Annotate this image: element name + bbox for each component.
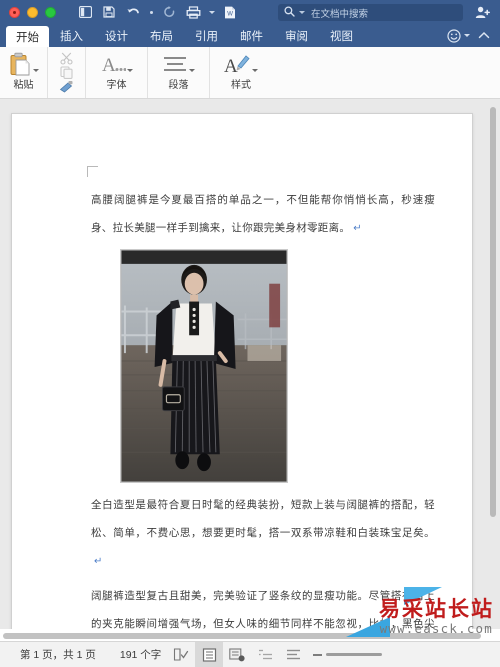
styles-dropdown-icon[interactable] (252, 69, 258, 72)
styles-label: 样式 (231, 80, 251, 91)
cut-scissors-icon[interactable] (60, 52, 73, 65)
paragraph-3-text: 阔腿裤造型复古且甜美，完美验证了竖条纹的显瘦功能。尽管搭在肩上的夹克能瞬间增强气… (91, 590, 435, 629)
document-page[interactable]: 高腰阔腿裤是今夏最百搭的单品之一，不但能帮你悄悄长高，秒速瘦身、拉长美腿一样手到… (11, 113, 473, 629)
pilcrow-mark: ↵ (353, 223, 362, 234)
tab-review[interactable]: 审阅 (274, 24, 319, 47)
page-count-label[interactable]: 第 1 页，共 1 页 (20, 647, 96, 662)
horizontal-scrollbar[interactable] (0, 631, 488, 641)
ribbon-toolbar: 粘贴 A 字体 段落 A 样式 (0, 47, 500, 99)
ribbon-tab-bar: 开始 插入 设计 布局 引用 邮件 审阅 视图 (0, 24, 500, 47)
font-dropdown-icon[interactable] (126, 69, 133, 72)
search-icon (284, 4, 295, 22)
tab-design[interactable]: 设计 (94, 24, 139, 47)
vertical-scrollbar[interactable] (488, 103, 498, 623)
paste-button[interactable]: 粘贴 (0, 47, 48, 98)
svg-text:A: A (102, 55, 116, 76)
paragraph-1[interactable]: 高腰阔腿裤是今夏最百搭的单品之一，不但能帮你悄悄长高，秒速瘦身、拉长美腿一样手到… (91, 186, 435, 243)
paragraph-icon (162, 50, 195, 79)
print-layout-view-icon[interactable] (195, 641, 224, 667)
tab-home[interactable]: 开始 (6, 26, 49, 47)
paragraph-1-text: 高腰阔腿裤是今夏最百搭的单品之一，不但能帮你悄悄长高，秒速瘦身、拉长美腿一样手到… (91, 194, 435, 234)
tab-layout[interactable]: 布局 (139, 24, 184, 47)
paragraph-dropdown-icon[interactable] (189, 69, 195, 72)
tab-references[interactable]: 引用 (184, 24, 229, 47)
redo-icon[interactable] (158, 2, 180, 22)
font-group-button[interactable]: A 字体 (86, 47, 148, 98)
copy-icon[interactable] (60, 66, 73, 79)
word-count-label[interactable]: 191 个字 (120, 647, 161, 662)
maximize-window-button[interactable] (45, 6, 56, 18)
tab-insert[interactable]: 插入 (49, 24, 94, 47)
paste-icon (8, 50, 39, 79)
clipboard-tools-group (48, 47, 86, 98)
paste-label: 粘贴 (13, 80, 34, 91)
title-bar: W 在文档中搜索 (0, 0, 500, 24)
text-margin-marker (87, 166, 98, 177)
zoom-slider-track[interactable] (326, 653, 383, 656)
quick-access-toolbar: W (74, 2, 241, 22)
word-application-window: W 在文档中搜索 开始 插入 设计 布局 引用 邮件 审阅 视图 粘贴 A 字体… (0, 0, 500, 667)
outline-view-icon[interactable] (251, 642, 279, 667)
clipboard-tool-stack (59, 50, 74, 93)
spell-check-icon[interactable] (167, 642, 195, 667)
svg-text:W: W (227, 11, 233, 17)
paragraph-2-text: 全白造型是最符合夏日时髦的经典装扮，短款上装与阔腿裤的搭配，轻松、简单，不费心思… (91, 499, 435, 539)
horizontal-scrollbar-thumb[interactable] (3, 633, 481, 639)
font-icon: A (101, 50, 133, 79)
save-icon[interactable] (98, 2, 120, 22)
share-person-icon[interactable] (474, 4, 492, 21)
zoom-out-button[interactable] (313, 653, 323, 656)
close-window-button[interactable] (9, 6, 20, 18)
paragraph-label: 段落 (168, 80, 189, 91)
print-dropdown-icon[interactable] (206, 2, 217, 22)
format-painter-icon[interactable] (59, 80, 74, 93)
paste-dropdown-icon[interactable] (33, 69, 39, 72)
search-placeholder: 在文档中搜索 (311, 8, 369, 20)
status-bar: 第 1 页，共 1 页 191 个字 (0, 641, 500, 667)
draft-view-icon[interactable] (279, 642, 307, 667)
inline-photo[interactable] (120, 249, 288, 483)
styles-icon: A (224, 50, 258, 79)
paragraph-group-button[interactable]: 段落 (148, 47, 210, 98)
document-body-text[interactable]: 高腰阔腿裤是今夏最百搭的单品之一，不但能帮你悄悄长高，秒速瘦身、拉长美腿一样手到… (91, 186, 435, 629)
search-options-chevron-icon[interactable] (299, 11, 305, 14)
undo-icon[interactable] (122, 2, 144, 22)
search-input[interactable]: 在文档中搜索 (278, 4, 463, 21)
smiley-dropdown-icon[interactable] (464, 34, 470, 37)
paragraph-3[interactable]: 阔腿裤造型复古且甜美，完美验证了竖条纹的显瘦功能。尽管搭在肩上的夹克能瞬间增强气… (91, 582, 435, 629)
undo-dropdown-icon[interactable] (146, 2, 156, 22)
vertical-scrollbar-thumb[interactable] (490, 107, 496, 517)
word-document-icon[interactable]: W (219, 2, 241, 22)
pilcrow-mark: ↵ (94, 556, 103, 567)
tabbar-spacer (364, 24, 447, 47)
document-workspace[interactable]: 高腰阔腿裤是今夏最百搭的单品之一，不但能帮你悄悄长高，秒速瘦身、拉长美腿一样手到… (0, 99, 500, 629)
smiley-face-icon[interactable] (447, 24, 478, 47)
sidebar-toggle-icon[interactable] (74, 2, 96, 22)
window-controls (0, 6, 56, 18)
zoom-slider[interactable] (313, 653, 383, 656)
paragraph-2[interactable]: 全白造型是最符合夏日时髦的经典装扮，短款上装与阔腿裤的搭配，轻松、简单，不费心思… (91, 491, 435, 576)
web-layout-view-icon[interactable] (223, 642, 251, 667)
minimize-window-button[interactable] (27, 6, 38, 18)
chevron-up-icon[interactable] (478, 24, 500, 47)
print-icon[interactable] (182, 2, 204, 22)
styles-group-button[interactable]: A 样式 (210, 47, 272, 98)
tab-mailings[interactable]: 邮件 (229, 24, 274, 47)
tab-view[interactable]: 视图 (319, 24, 364, 47)
font-label: 字体 (106, 80, 127, 91)
svg-text:A: A (224, 56, 238, 77)
